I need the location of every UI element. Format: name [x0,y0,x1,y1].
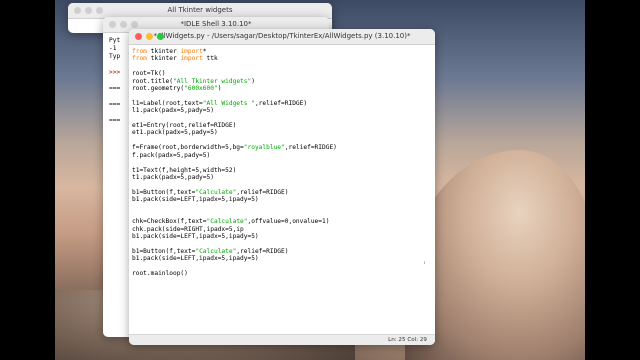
code-line: from tkinter import ttk [132,55,432,62]
code-line: chk.pack(side=RIGHT,ipadx=5,ip [132,226,432,233]
code-line: t1.pack(padx=5,pady=5) [132,174,432,181]
code-token: root=Tk() [132,70,166,78]
code-line: b1=Button(f,text="Calculate",relief=RIDG… [132,248,432,255]
code-token: f=Frame(root,borderwidth=5,bg= [132,144,244,152]
code-line: et1=Entry(root,relief=RIDGE) [132,122,432,129]
editor-window[interactable]: *AllWidgets.py - /Users/sagar/Desktop/Tk… [129,29,435,345]
code-token: t1=Text(f,height=5,width=52) [132,166,237,174]
close-icon[interactable] [74,7,81,14]
code-token: ,relief=RIDGE) [254,99,308,107]
code-line: t1=Text(f,height=5,width=52) [132,167,432,174]
code-line: root.title("All Tkinter widgets") [132,78,432,85]
code-token: et1.pack(padx=5,pady=5) [132,129,218,137]
code-token: ,relief=RIDGE) [236,188,289,196]
code-token: root.title( [132,77,173,85]
minimize-icon[interactable] [146,33,153,40]
code-token: from [132,55,147,63]
code-line: b1=Button(f,text="Calculate",relief=RIDG… [132,189,432,196]
code-token: "Calculate" [195,188,237,196]
window-titlebar[interactable]: *AllWidgets.py - /Users/sagar/Desktop/Tk… [129,29,435,45]
minimize-icon[interactable] [85,7,92,14]
code-token: "All Tkinter widgets" [172,77,252,85]
close-icon[interactable] [109,21,116,28]
code-token: import [180,55,203,63]
window-title: *AllWidgets.py - /Users/sagar/Desktop/Tk… [153,32,411,40]
code-token: f.pack(padx=5,pady=5) [132,151,211,159]
code-token: b1=Button(f,text= [132,247,196,255]
code-line: f=Frame(root,borderwidth=5,bg="royalblue… [132,144,432,151]
code-token: b1.pack(side=LEFT,ipadx=5,ipady=5) [132,233,259,241]
cursor-position: Ln: 25 Col: 29 [388,337,427,343]
code-token: chk=CheckBox(f,text= [132,218,207,226]
code-line: root.geometry("600x600") [132,85,432,92]
code-line: b1.pack(side=LEFT,ipadx=5,ipady=5) [132,196,432,203]
code-line: l1.pack(padx=5,pady=5) [132,107,432,114]
code-token: ,offvalue=0,onvalue=1) [247,218,330,226]
code-token: import [180,48,203,55]
code-token: "Calculate" [195,247,237,255]
code-editor[interactable]: from tkinter import* from tkinter import … [129,45,435,335]
maximize-icon[interactable] [131,21,138,28]
code-token: tkinter [146,48,181,55]
maximize-icon[interactable] [96,7,103,14]
code-token: from [132,48,147,55]
code-line: b1.pack(side=LEFT,ipadx=5,ipady=5) [132,255,432,262]
code-token: ,relief=RIDGE) [236,247,289,255]
code-token: l1.pack(padx=5,pady=5) [132,107,214,115]
code-token: b1.pack(side=LEFT,ipadx=5,ipady=5) [132,196,259,204]
code-token: b1=Button(f,text= [132,188,196,196]
code-token: "royalblue" [243,144,285,152]
code-token: t1.pack(padx=5,pady=5) [132,173,214,181]
code-line: root=Tk() [132,70,432,77]
code-token: ) [217,85,222,93]
window-title: All Tkinter widgets [167,6,233,14]
code-token: "All Widgets " [202,99,255,107]
code-token: et1=Entry(root,relief=RIDGE) [132,122,237,130]
code-token: root.mainloop() [132,270,188,278]
code-token: * [202,48,207,55]
minimize-icon[interactable] [120,21,127,28]
window-title: *IDLE Shell 3.10.10* [180,20,252,28]
code-token: l1=Label(root,text= [132,99,203,107]
code-line: root.mainloop() [132,270,432,277]
code-line: f.pack(padx=5,pady=5) [132,152,432,159]
code-token: ) [251,77,255,85]
code-token: b1.pack(side=LEFT,ipadx=5,ipady=5) [132,255,259,263]
code-token: ,relief=RIDGE) [284,144,337,152]
close-icon[interactable] [135,33,142,40]
code-line: et1.pack(padx=5,pady=5) [132,129,432,136]
code-line: chk=CheckBox(f,text="Calculate",offvalue… [132,218,432,225]
code-line: from tkinter import* [132,48,432,55]
code-token: ttk [202,55,218,63]
code-token: chk.pack(side=RIGHT,ipadx=5,ip [132,225,244,233]
code-token: "Calculate" [206,218,248,226]
code-line: l1=Label(root,text="All Widgets ",relief… [132,100,432,107]
code-token: root.geometry( [132,85,185,93]
code-token: tkinter [146,55,181,63]
mouse-cursor-icon: ᴵ [424,261,426,268]
code-line: b1.pack(side=LEFT,ipadx=5,ipady=5) [132,233,432,240]
maximize-icon[interactable] [157,33,164,40]
status-bar: Ln: 25 Col: 29 [129,334,435,345]
code-token: "600x600" [184,85,218,93]
